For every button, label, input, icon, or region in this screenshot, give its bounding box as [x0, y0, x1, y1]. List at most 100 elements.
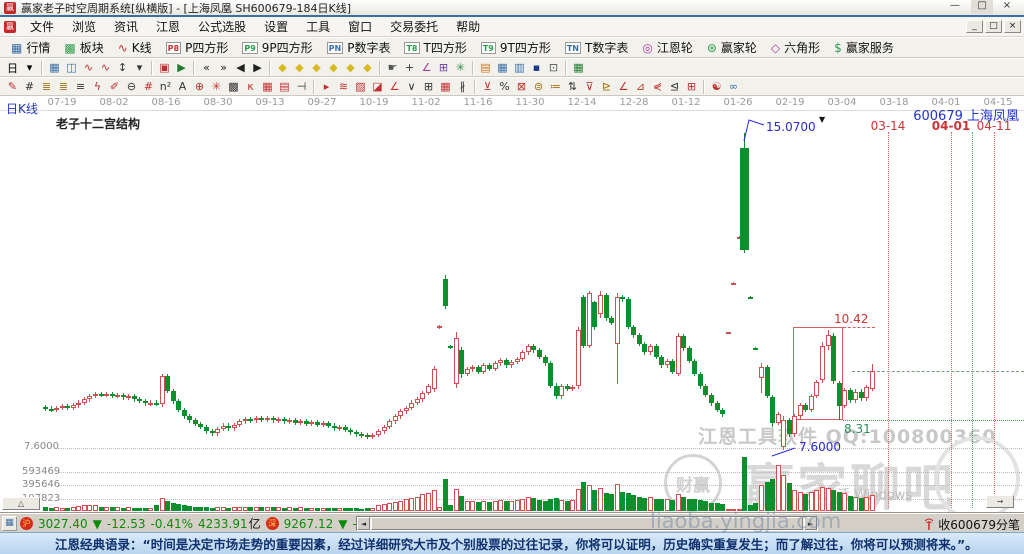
nav-tool-icon-29[interactable]: ✳	[452, 60, 469, 76]
draw-tool-icon-34[interactable]: ⇅	[564, 79, 581, 95]
nav-tool-icon-27[interactable]: ∠	[418, 60, 435, 76]
nav-tool-icon-6[interactable]: ∿	[97, 60, 114, 76]
draw-tool-icon-11[interactable]: ⊕	[191, 79, 208, 95]
quote-grid-icon[interactable]: ▦	[2, 516, 17, 531]
draw-tool-icon-38[interactable]: ⊿	[632, 79, 649, 95]
menu-item-1[interactable]: 浏览	[63, 20, 105, 34]
draw-tool-icon-31[interactable]: ⊠	[513, 79, 530, 95]
toolbar-button-0[interactable]: ▦行情	[4, 38, 57, 57]
draw-tool-icon-10[interactable]: A	[174, 79, 191, 95]
scroll-left-icon[interactable]: ◄	[357, 517, 370, 530]
draw-tool-icon-2[interactable]: ≣	[38, 79, 55, 95]
draw-tool-icon-14[interactable]: κ	[242, 79, 259, 95]
draw-tool-icon-25[interactable]: ⊞	[420, 79, 437, 95]
draw-tool-icon-16[interactable]: ▤	[276, 79, 293, 95]
minimize-icon[interactable]: —	[944, 0, 966, 14]
draw-tool-icon-24[interactable]: ∨	[403, 79, 420, 95]
draw-tool-icon-4[interactable]: ≡	[72, 79, 89, 95]
draw-tool-icon-36[interactable]: ⊵	[598, 79, 615, 95]
nav-tool-icon-32[interactable]: ▦	[494, 60, 511, 76]
nav-tool-icon-8[interactable]: ▾	[131, 60, 148, 76]
draw-tool-icon-8[interactable]: #	[140, 79, 157, 95]
draw-tool-icon-39[interactable]: ⋞	[649, 79, 666, 95]
draw-tool-icon-23[interactable]: ∠	[386, 79, 403, 95]
draw-tool-icon-1[interactable]: #	[21, 79, 38, 95]
draw-tool-icon-5[interactable]: ϟ	[89, 79, 106, 95]
draw-tool-icon-32[interactable]: ⊜	[530, 79, 547, 95]
scrollbar-thumb[interactable]	[371, 517, 803, 530]
toolbar-button-11[interactable]: ◇六角形	[764, 38, 827, 57]
nav-tool-icon-14[interactable]: »	[215, 60, 232, 76]
toolbar-button-6[interactable]: T8T四方形	[397, 38, 473, 57]
close-icon[interactable]: ×	[996, 0, 1018, 14]
child-minimize-icon[interactable]: _	[966, 20, 983, 33]
menu-item-6[interactable]: 工具	[297, 20, 339, 34]
nav-tool-icon-18[interactable]: ◆	[274, 60, 291, 76]
toolbar-button-9[interactable]: ◎江恩轮	[635, 38, 700, 57]
menu-item-7[interactable]: 窗口	[339, 20, 381, 34]
draw-tool-icon-33[interactable]: ≔	[547, 79, 564, 95]
nav-tool-icon-31[interactable]: ▤	[477, 60, 494, 76]
nav-tool-icon-25[interactable]: ☛	[384, 60, 401, 76]
draw-tool-icon-35[interactable]: ⊽	[581, 79, 598, 95]
nav-tool-icon-26[interactable]: +	[401, 60, 418, 76]
draw-tool-icon-9[interactable]: n²	[157, 79, 174, 95]
nav-tool-icon-0[interactable]: 日	[4, 60, 21, 76]
menu-item-3[interactable]: 江恩	[147, 20, 189, 34]
nav-tool-icon-28[interactable]: ⊞	[435, 60, 452, 76]
nav-tool-icon-19[interactable]: ◆	[291, 60, 308, 76]
toolbar-button-7[interactable]: T99T四方形	[474, 38, 558, 57]
nav-tool-icon-22[interactable]: ◆	[342, 60, 359, 76]
nav-tool-icon-3[interactable]: ▦	[46, 60, 63, 76]
scroll-right-icon[interactable]: ►	[804, 517, 817, 530]
child-close-icon[interactable]: ×	[1004, 20, 1021, 33]
draw-tool-icon-19[interactable]: ▸	[318, 79, 335, 95]
draw-tool-icon-17[interactable]: ⊣	[293, 79, 310, 95]
toolbar-button-4[interactable]: P99P四方形	[235, 38, 319, 57]
nav-tool-icon-1[interactable]: ▾	[21, 60, 38, 76]
draw-tool-icon-44[interactable]: ∞	[725, 79, 742, 95]
chart-scrollbar[interactable]: ◄ ►	[356, 516, 818, 531]
nav-tool-icon-15[interactable]: ◀	[232, 60, 249, 76]
nav-tool-icon-10[interactable]: ▣	[156, 60, 173, 76]
draw-tool-icon-40[interactable]: ⊴	[666, 79, 683, 95]
nav-tool-icon-34[interactable]: ▪	[528, 60, 545, 76]
draw-tool-icon-43[interactable]: ☯	[708, 79, 725, 95]
toolbar-button-2[interactable]: ∿K线	[111, 38, 159, 57]
draw-tool-icon-30[interactable]: %	[496, 79, 513, 95]
menu-item-5[interactable]: 设置	[255, 20, 297, 34]
draw-tool-icon-15[interactable]: ▦	[259, 79, 276, 95]
nav-tool-icon-11[interactable]: ▶	[173, 60, 190, 76]
draw-tool-icon-0[interactable]: ✎	[4, 79, 21, 95]
pane-expand-button[interactable]: △	[2, 497, 40, 510]
menu-item-8[interactable]: 交易委托	[381, 20, 447, 34]
toolbar-button-1[interactable]: ▩板块	[57, 38, 110, 57]
draw-tool-icon-20[interactable]: ≋	[335, 79, 352, 95]
draw-tool-icon-6[interactable]: ✐	[106, 79, 123, 95]
nav-tool-icon-35[interactable]: ⊡	[545, 60, 562, 76]
draw-tool-icon-13[interactable]: ▩	[225, 79, 242, 95]
nav-tool-icon-16[interactable]: ▶	[249, 60, 266, 76]
draw-tool-icon-7[interactable]: ⊖	[123, 79, 140, 95]
nav-tool-icon-37[interactable]: ▦	[570, 60, 587, 76]
draw-tool-icon-37[interactable]: ∠	[615, 79, 632, 95]
menu-item-2[interactable]: 资讯	[105, 20, 147, 34]
draw-tool-icon-29[interactable]: ⊻	[479, 79, 496, 95]
nav-tool-icon-13[interactable]: «	[198, 60, 215, 76]
toolbar-button-8[interactable]: TNT数字表	[558, 38, 636, 57]
child-restore-icon[interactable]: □	[985, 20, 1002, 33]
draw-tool-icon-22[interactable]: ◪	[369, 79, 386, 95]
menu-item-4[interactable]: 公式选股	[189, 20, 255, 34]
menu-item-9[interactable]: 帮助	[447, 20, 489, 34]
restore-icon[interactable]: □	[971, 0, 993, 14]
nav-tool-icon-5[interactable]: ∿	[80, 60, 97, 76]
toolbar-button-10[interactable]: ⊛赢家轮	[700, 38, 764, 57]
draw-tool-icon-26[interactable]: ▦	[437, 79, 454, 95]
menu-item-0[interactable]: 文件	[21, 20, 63, 34]
chart-area[interactable]: 07-1908-0208-1608-3009-1309-2710-1911-02…	[0, 96, 1024, 513]
draw-tool-icon-27[interactable]: ∦	[454, 79, 471, 95]
nav-tool-icon-23[interactable]: ◆	[359, 60, 376, 76]
tick-receiver[interactable]: 收600679分笔	[923, 516, 1020, 533]
nav-tool-icon-21[interactable]: ◆	[325, 60, 342, 76]
draw-tool-icon-12[interactable]: ✳	[208, 79, 225, 95]
